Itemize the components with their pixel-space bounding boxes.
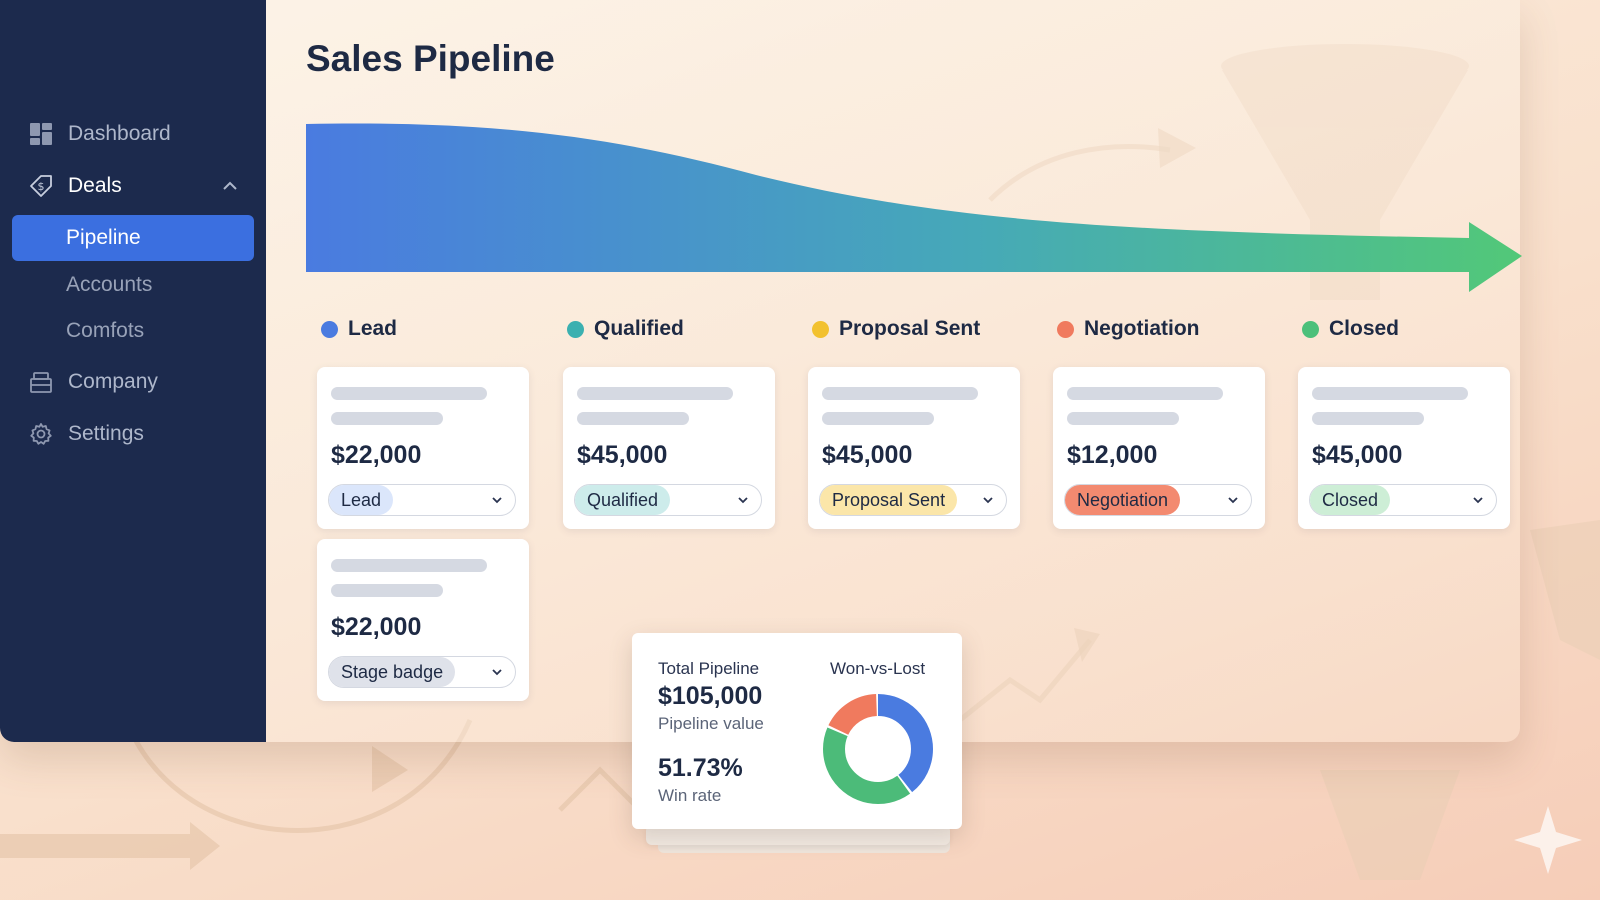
placeholder-line [822, 412, 934, 425]
pipeline-summary-widget: Total Pipeline $105,000 Pipeline value 5… [632, 633, 962, 829]
deal-amount: $45,000 [1312, 441, 1403, 469]
placeholder-line [331, 559, 487, 572]
stage-select[interactable]: Closed [1309, 484, 1497, 516]
deal-amount: $45,000 [822, 441, 913, 469]
chevron-down-icon [983, 497, 993, 504]
placeholder-line [577, 412, 689, 425]
sidebar-item-deals[interactable]: $ Deals [12, 163, 254, 209]
sidebar-item-settings[interactable]: Settings [12, 411, 254, 457]
chevron-down-icon [738, 497, 748, 504]
column-title: Negotiation [1084, 317, 1200, 340]
svg-text:$: $ [38, 180, 45, 193]
win-rate-value: 51.73% [658, 754, 743, 782]
column-lead: Lead $22,000 Lead $22,000 Stage badge [307, 297, 539, 743]
chevron-down-icon [1228, 497, 1238, 504]
deal-amount: $12,000 [1067, 441, 1158, 469]
deal-amount: $22,000 [331, 441, 422, 469]
win-rate-label: Win rate [658, 786, 722, 805]
deal-card[interactable]: $22,000 Lead [317, 367, 529, 529]
stage-select[interactable]: Negotiation [1064, 484, 1252, 516]
deal-card[interactable]: $45,000 Proposal Sent [808, 367, 1020, 529]
placeholder-line [1312, 387, 1468, 400]
sidebar-subitem-comfots[interactable]: Comfots [12, 308, 254, 354]
sidebar-subitem-label: Comfots [66, 319, 145, 342]
gear-icon [28, 421, 54, 447]
deal-card[interactable]: $45,000 Qualified [563, 367, 775, 529]
column-title: Closed [1329, 317, 1400, 340]
deal-card[interactable]: $12,000 Negotiation [1053, 367, 1265, 529]
price-tag-icon: $ [28, 173, 54, 199]
pipeline-flow-banner [306, 123, 1522, 293]
total-pipeline-value: $105,000 [658, 682, 763, 710]
sidebar-subitem-label: Pipeline [66, 226, 141, 249]
stage-badge: Proposal Sent [820, 485, 958, 515]
stage-dot-icon [567, 320, 584, 338]
stage-select[interactable]: Proposal Sent [819, 484, 1007, 516]
sidebar-subitem-pipeline[interactable]: Pipeline [12, 215, 254, 261]
sidebar-subitem-label: Accounts [66, 273, 153, 296]
stage-select[interactable]: Stage badge [328, 656, 516, 688]
placeholder-line [1312, 412, 1424, 425]
stage-select[interactable]: Lead [328, 484, 516, 516]
stage-badge: Lead [329, 485, 394, 515]
stage-badge: Stage badge [329, 657, 456, 687]
placeholder-line [331, 412, 443, 425]
sidebar-item-label: Company [68, 370, 158, 393]
stage-dot-icon [812, 320, 829, 338]
deal-card[interactable]: $22,000 Stage badge [317, 539, 529, 701]
page-title: Sales Pipeline [306, 38, 555, 79]
sidebar-item-label: Dashboard [68, 122, 171, 145]
chevron-down-icon [492, 669, 502, 676]
stage-dot-icon [1302, 320, 1319, 338]
stage-dot-icon [1057, 320, 1074, 338]
sidebar-item-label: Deals [68, 174, 122, 197]
chevron-down-icon [1473, 497, 1483, 504]
column-header: Lead [321, 317, 397, 341]
placeholder-line [822, 387, 978, 400]
deal-card[interactable]: $45,000 Closed [1298, 367, 1510, 529]
building-icon [28, 369, 54, 395]
sidebar-item-label: Settings [68, 422, 144, 445]
stage-dot-icon [321, 320, 338, 338]
sidebar-subitem-accounts[interactable]: Accounts [12, 262, 254, 308]
sidebar-item-company[interactable]: Company [12, 359, 254, 405]
column-header: Qualified [567, 317, 684, 341]
deal-amount: $22,000 [331, 613, 422, 641]
column-header: Negotiation [1057, 317, 1200, 341]
stage-badge: Closed [1310, 485, 1391, 515]
chevron-down-icon [492, 497, 502, 504]
placeholder-line [1067, 387, 1223, 400]
column-negotiation: Negotiation $12,000 Negotiation [1043, 297, 1275, 743]
placeholder-line [577, 387, 733, 400]
placeholder-line [331, 584, 443, 597]
placeholder-line [1067, 412, 1179, 425]
dashboard-icon [28, 121, 54, 147]
column-closed: Closed $45,000 Closed [1288, 297, 1520, 743]
sidebar: Dashboard $ Deals Pipeline Accounts Comf… [0, 0, 266, 742]
won-vs-lost-donut [823, 694, 933, 804]
stage-select[interactable]: Qualified [574, 484, 762, 516]
pipeline-value-label: Pipeline value [658, 714, 764, 733]
column-title: Qualified [594, 317, 684, 340]
column-header: Closed [1302, 317, 1399, 341]
stage-badge: Negotiation [1065, 485, 1181, 515]
column-header: Proposal Sent [812, 317, 980, 341]
stage-badge: Qualified [575, 485, 671, 515]
column-title: Proposal Sent [839, 317, 981, 340]
total-pipeline-label: Total Pipeline [658, 659, 760, 678]
donut-title: Won-vs-Lost [830, 659, 926, 678]
sidebar-item-dashboard[interactable]: Dashboard [12, 111, 254, 157]
chevron-up-icon [223, 181, 237, 190]
deal-amount: $45,000 [577, 441, 668, 469]
placeholder-line [331, 387, 487, 400]
column-title: Lead [348, 317, 398, 340]
